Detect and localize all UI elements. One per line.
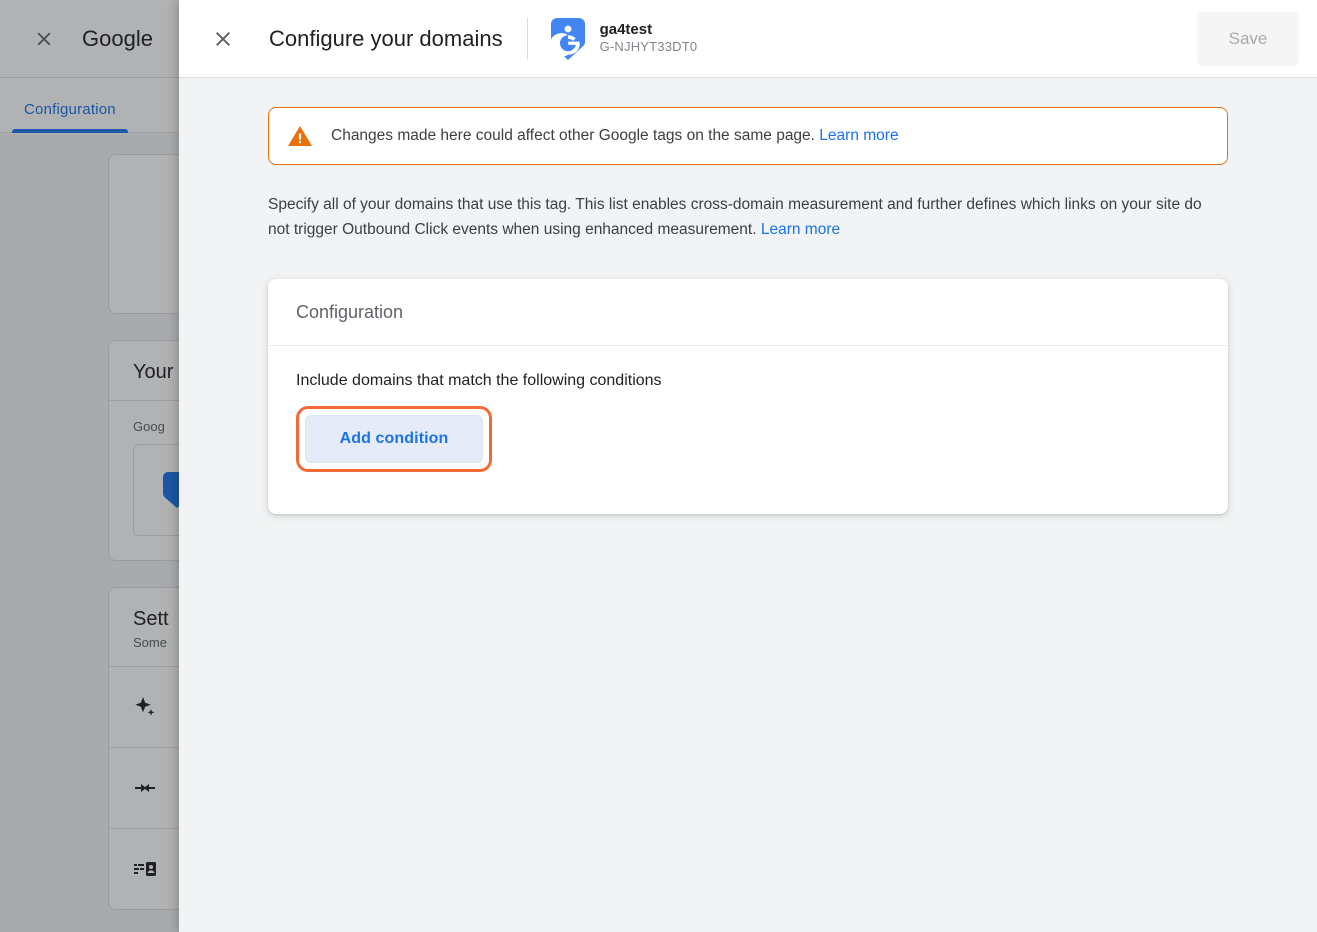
warning-learn-more-link[interactable]: Learn more [819, 127, 898, 144]
add-condition-focus-ring: Add condition [296, 406, 492, 473]
screen: Google Configuration Your Goog Sett Some… [0, 0, 1317, 932]
configure-domains-panel: Configure your domains ga4test G-NJHYT33… [179, 0, 1317, 932]
configuration-card-header: Configuration [296, 302, 404, 323]
warning-banner: Changes made here could affect other Goo… [268, 107, 1228, 165]
description-body: Specify all of your domains that use thi… [268, 196, 1202, 239]
description-text: Specify all of your domains that use thi… [268, 192, 1203, 242]
conditions-label: Include domains that match the following… [296, 372, 662, 390]
tag-measurement-id: G-NJHYT33DT0 [599, 39, 698, 55]
panel-header: Configure your domains ga4test G-NJHYT33… [179, 0, 1317, 78]
close-icon[interactable] [199, 15, 247, 63]
panel-content: Changes made here could affect other Goo… [268, 107, 1228, 515]
configuration-card-body: Include domains that match the following… [268, 346, 1228, 514]
configuration-card: Configuration Include domains that match… [268, 279, 1228, 515]
save-button[interactable]: Save [1197, 11, 1299, 66]
warning-banner-text: Changes made here could affect other Goo… [331, 125, 899, 147]
tag-identity: ga4test G-NJHYT33DT0 [549, 17, 698, 61]
google-tag-icon [549, 17, 586, 61]
divider [526, 17, 528, 60]
description-learn-more-link[interactable]: Learn more [761, 221, 840, 238]
tag-name: ga4test [599, 20, 653, 38]
panel-body: Changes made here could affect other Goo… [179, 78, 1317, 932]
page-title: Configure your domains [269, 25, 503, 51]
add-condition-button[interactable]: Add condition [305, 415, 483, 464]
warning-message: Changes made here could affect other Goo… [331, 127, 815, 145]
warning-triangle-icon [287, 124, 313, 148]
